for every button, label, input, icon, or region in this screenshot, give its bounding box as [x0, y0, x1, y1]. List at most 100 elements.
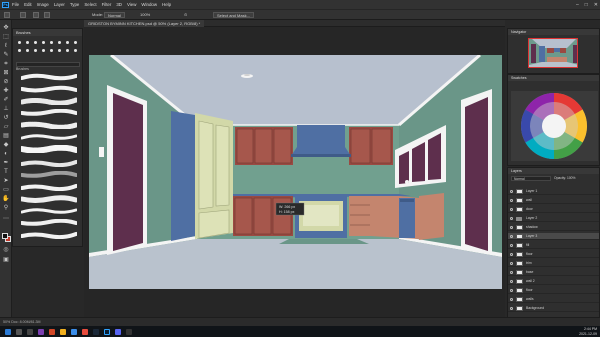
pen-tool-icon[interactable]: ✒ — [2, 159, 10, 167]
brush-stroke-preview[interactable] — [21, 145, 77, 153]
brush-stroke-preview[interactable] — [21, 133, 77, 141]
navigator-thumbnail[interactable] — [528, 38, 578, 68]
brush-stroke-preview[interactable] — [21, 97, 77, 105]
gradient-tool-icon[interactable]: ▤ — [2, 132, 10, 140]
layer-visibility-eye-icon[interactable] — [510, 190, 513, 193]
path-select-tool-icon[interactable]: ➤ — [2, 177, 10, 185]
layer-visibility-eye-icon[interactable] — [510, 271, 513, 274]
layer-visibility-eye-icon[interactable] — [510, 262, 513, 265]
more-tools-icon[interactable]: ⋯ — [2, 215, 10, 223]
brush-stroke-preview[interactable] — [21, 207, 77, 215]
select-and-mask-button[interactable]: Select and Mask... — [213, 12, 254, 18]
brush-tool-icon[interactable]: ✐ — [2, 96, 10, 104]
task-view-icon[interactable] — [27, 328, 33, 335]
marquee-tool-icon[interactable]: ⬚ — [2, 33, 10, 41]
app-icon[interactable] — [71, 328, 77, 335]
search-icon[interactable] — [16, 328, 22, 335]
layer-blend-mode-select[interactable]: Normal — [511, 176, 551, 181]
brush-panel-toggle-icon[interactable] — [44, 12, 50, 18]
brush-stroke-preview[interactable] — [21, 195, 77, 203]
brush-settings-icon[interactable] — [33, 12, 39, 18]
layer-row[interactable]: door — [508, 206, 599, 213]
app-icon[interactable] — [126, 328, 132, 335]
layer-row[interactable]: Background — [508, 305, 599, 312]
layer-row[interactable]: walls — [508, 296, 599, 303]
layer-row[interactable]: wall 2 — [508, 278, 599, 285]
brush-stroke-preview[interactable] — [21, 231, 77, 239]
frame-tool-icon[interactable]: ⊠ — [2, 69, 10, 77]
foreground-color-swatch[interactable] — [2, 233, 8, 239]
screen-mode-icon[interactable]: ▣ — [2, 256, 10, 264]
brush-stroke-preview[interactable] — [21, 171, 77, 179]
eyedropper-tool-icon[interactable]: ⊘ — [2, 78, 10, 86]
document-tab[interactable]: GRIDSTON BYMINN KITCHEN.psd @ 50% (Layer… — [84, 20, 505, 27]
layer-row[interactable]: floor — [508, 287, 599, 294]
menu-edit[interactable]: Edit — [24, 2, 32, 7]
layer-row[interactable]: base — [508, 269, 599, 276]
menu-image[interactable]: Image — [37, 2, 49, 7]
layer-opacity-field[interactable]: Opacity: 100% — [554, 176, 575, 181]
chrome-icon[interactable] — [82, 328, 88, 335]
layer-visibility-eye-icon[interactable] — [510, 226, 513, 229]
menu-view[interactable]: View — [127, 2, 136, 7]
kitchen-illustration-canvas[interactable]: W: 266 px H: 158 px — [89, 55, 502, 289]
color-wheel-picker[interactable] — [511, 91, 598, 161]
menu-help[interactable]: Help — [162, 2, 171, 7]
menu-window[interactable]: Window — [141, 2, 157, 7]
brush-stroke-preview[interactable] — [21, 73, 77, 81]
layer-visibility-eye-icon[interactable] — [510, 244, 513, 247]
file-explorer-icon[interactable] — [60, 328, 66, 335]
type-tool-icon[interactable]: T — [2, 168, 10, 176]
minimize-button[interactable]: – — [576, 2, 579, 8]
history-brush-tool-icon[interactable]: ↺ — [2, 114, 10, 122]
layer-visibility-eye-icon[interactable] — [510, 298, 513, 301]
healing-brush-tool-icon[interactable]: ✚ — [2, 87, 10, 95]
menu-select[interactable]: Select — [84, 2, 96, 7]
menu-filter[interactable]: Filter — [102, 2, 112, 7]
photoshop-taskbar-icon[interactable] — [104, 328, 110, 335]
brush-stroke-preview[interactable] — [21, 219, 77, 227]
blend-mode-select[interactable]: Normal — [104, 12, 125, 18]
layer-visibility-eye-icon[interactable] — [510, 253, 513, 256]
dodge-tool-icon[interactable]: ◐ — [2, 150, 10, 158]
brush-stroke-preview[interactable] — [21, 85, 77, 93]
layer-row[interactable]: Layer 2 — [508, 215, 599, 222]
crop-tool-icon[interactable]: ⌗ — [2, 60, 10, 68]
layer-row[interactable]: shadow — [508, 224, 599, 231]
blur-tool-icon[interactable]: ◆ — [2, 141, 10, 149]
brush-preset-picker[interactable] — [20, 12, 26, 18]
maximize-button[interactable]: □ — [585, 2, 588, 8]
brush-folder-label[interactable]: Brushes — [16, 67, 29, 71]
menu-3d[interactable]: 3D — [116, 2, 122, 7]
windows-start-icon[interactable] — [5, 328, 11, 335]
layer-row[interactable]: fill — [508, 242, 599, 249]
menu-layer[interactable]: Layer — [54, 2, 65, 7]
layer-visibility-eye-icon[interactable] — [510, 199, 513, 202]
brush-stroke-preview[interactable] — [21, 183, 77, 191]
system-tray-clock[interactable]: 2:44 PM 2021-12-09 — [579, 326, 597, 337]
app-icon[interactable] — [49, 328, 55, 335]
layer-visibility-eye-icon[interactable] — [510, 289, 513, 292]
move-tool-icon[interactable]: ✥ — [2, 24, 10, 32]
layer-row[interactable]: floor — [508, 251, 599, 258]
brush-stroke-preview[interactable] — [21, 121, 77, 129]
app-icon[interactable] — [38, 328, 44, 335]
lasso-tool-icon[interactable]: ℓ — [2, 42, 10, 50]
layer-visibility-eye-icon[interactable] — [510, 217, 513, 220]
close-button[interactable]: ✕ — [594, 2, 598, 8]
hand-tool-icon[interactable]: ✋ — [2, 195, 10, 203]
quick-mask-icon[interactable]: ◎ — [2, 246, 10, 254]
zoom-tool-icon[interactable]: ⚲ — [2, 204, 10, 212]
quick-select-tool-icon[interactable]: ✎ — [2, 51, 10, 59]
brush-stroke-preview[interactable] — [21, 109, 77, 117]
opacity-value[interactable]: 100% — [140, 12, 150, 18]
brush-tip-grid[interactable] — [16, 39, 80, 59]
menu-file[interactable]: File — [12, 2, 19, 7]
steam-icon[interactable] — [93, 328, 99, 335]
layer-row[interactable]: Layer 1 — [508, 188, 599, 195]
clone-stamp-tool-icon[interactable]: ⊥ — [2, 105, 10, 113]
layer-visibility-eye-icon[interactable] — [510, 307, 513, 310]
layer-row[interactable]: wall — [508, 197, 599, 204]
discord-icon[interactable] — [115, 328, 121, 335]
layer-visibility-eye-icon[interactable] — [510, 235, 513, 238]
